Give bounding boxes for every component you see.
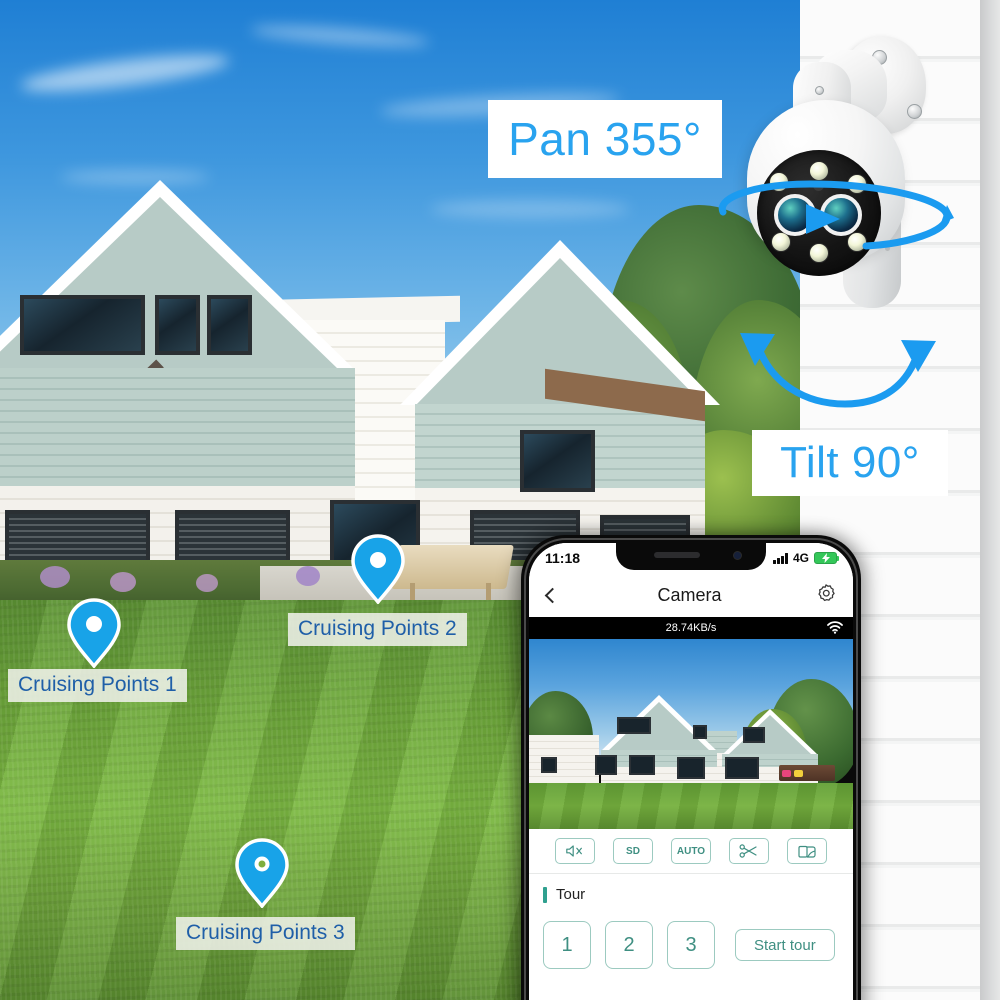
chevron-left-icon <box>544 587 561 603</box>
wifi-icon <box>827 621 843 637</box>
clip-button[interactable] <box>729 838 769 864</box>
cruising-point-label-2: Cruising Points 2 <box>288 613 467 646</box>
app-nav-bar: Camera <box>529 573 853 617</box>
phone-notch <box>616 543 766 570</box>
video-cushion <box>794 770 803 777</box>
cruising-point-label-1: Cruising Points 1 <box>8 669 187 702</box>
album-folder-icon <box>798 845 816 858</box>
video-window <box>617 717 651 734</box>
preset-button-2[interactable]: 2 <box>605 921 653 969</box>
live-video-preview[interactable] <box>529 639 853 829</box>
network-type-label: 4G <box>792 551 809 565</box>
video-lawn <box>529 783 853 829</box>
tilt-callout-label: Tilt 90° <box>752 430 948 496</box>
video-toolbar: SD AUTO <box>529 829 853 873</box>
earpiece-speaker <box>654 552 700 558</box>
pan-callout-label: Pan 355° <box>488 100 722 178</box>
gear-icon <box>818 583 835 601</box>
phone-screen: 11:18 4G Camera 28.74KB/s SD AUTO Tour 1… <box>529 543 853 1000</box>
quality-label: SD <box>626 845 640 857</box>
video-wall <box>529 735 599 783</box>
tour-preset-row: 1 2 3 Start tour <box>529 909 853 969</box>
signal-bars-icon <box>773 552 788 564</box>
tour-section-header: Tour <box>529 874 853 909</box>
album-button[interactable] <box>787 838 827 864</box>
settings-button[interactable] <box>815 582 837 609</box>
video-window <box>743 727 765 743</box>
video-cushion <box>782 770 791 777</box>
quality-button[interactable]: SD <box>613 838 653 864</box>
product-promo-image: Pan 355° Tilt 90° Cruising Points 1 Crui… <box>0 0 1000 1000</box>
back-button[interactable] <box>544 584 564 607</box>
page-title: Camera <box>657 584 722 605</box>
preset-button-1[interactable]: 1 <box>543 921 591 969</box>
preset-button-3[interactable]: 3 <box>667 921 715 969</box>
video-window <box>677 757 705 779</box>
start-tour-button[interactable]: Start tour <box>735 929 835 961</box>
video-window <box>595 755 617 775</box>
auto-label: AUTO <box>676 845 706 857</box>
bitrate-label: 28.74KB/s <box>665 622 717 634</box>
video-window <box>693 725 707 739</box>
cruising-point-pin-icon <box>66 598 122 668</box>
video-window <box>629 755 655 775</box>
cruising-point-label-3: Cruising Points 3 <box>176 917 355 950</box>
auto-button[interactable]: AUTO <box>671 838 711 864</box>
speaker-mute-icon <box>566 845 582 857</box>
tour-title: Tour <box>556 886 586 903</box>
cruising-point-pin-icon <box>350 534 406 604</box>
scissors-icon <box>739 844 757 858</box>
cruising-point-pin-icon <box>234 838 290 908</box>
video-gable-inner <box>728 715 812 755</box>
video-window <box>725 757 759 779</box>
front-camera-icon <box>733 551 742 560</box>
phone-mockup: 11:18 4G Camera 28.74KB/s SD AUTO Tour 1… <box>521 535 861 1000</box>
section-accent-bar <box>543 886 547 903</box>
status-indicators: 4G <box>773 551 839 565</box>
mute-button[interactable] <box>555 838 595 864</box>
status-time: 11:18 <box>545 550 581 566</box>
stream-bitrate-bar: 28.74KB/s <box>529 617 853 639</box>
battery-charging-icon <box>814 552 839 564</box>
video-window <box>541 757 557 773</box>
